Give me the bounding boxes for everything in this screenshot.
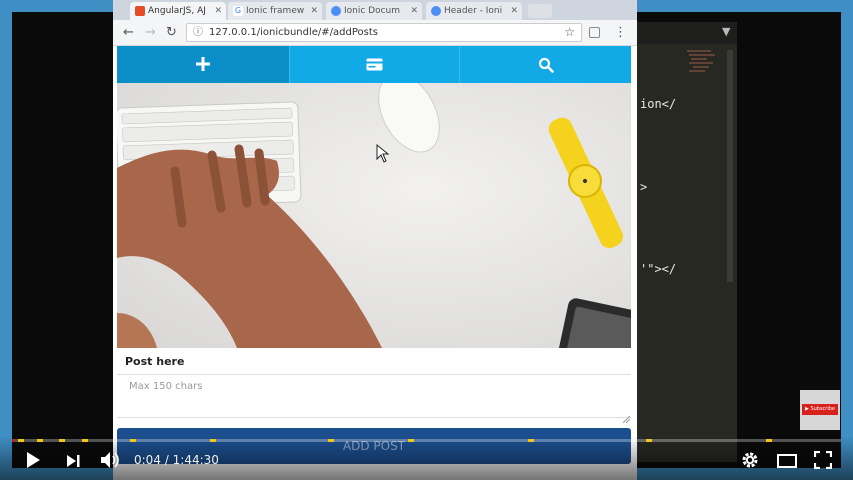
tab-label: Ionic Docum	[344, 6, 401, 16]
star-icon[interactable]: ☆	[564, 24, 575, 41]
close-icon[interactable]: ✕	[510, 2, 518, 20]
fullscreen-icon[interactable]	[813, 450, 833, 473]
tab-label: Ionic framew	[246, 6, 305, 16]
browser-tab[interactable]: Header - Ioni ✕	[426, 2, 522, 20]
ad-marker	[528, 439, 534, 442]
resize-handle-icon[interactable]	[622, 408, 631, 424]
code-line: ion</	[640, 97, 677, 111]
post-placeholder: Max 150 chars	[129, 381, 203, 392]
progress-played	[12, 439, 14, 442]
plus-icon[interactable]	[193, 54, 213, 74]
subscribe-badge[interactable]: ▶ Subscribe	[802, 404, 838, 415]
time-current: 0:04	[134, 453, 161, 467]
ad-marker	[59, 439, 65, 442]
forward-arrow-icon[interactable]: →	[145, 20, 156, 45]
ad-marker	[130, 439, 136, 442]
tab-label: AngularJS, AJ	[148, 6, 206, 16]
settings-gear-icon[interactable]	[741, 451, 759, 473]
address-bar[interactable]: ⓘ 127.0.0.1/ionicbundle/#/addPosts ☆	[186, 23, 582, 42]
next-button[interactable]	[66, 453, 82, 472]
play-icon: ▶	[804, 406, 809, 412]
ad-marker	[210, 439, 216, 442]
nav-tab-search[interactable]	[460, 46, 631, 83]
ad-marker	[328, 439, 334, 442]
post-label: Post here	[125, 355, 185, 368]
hero-image	[117, 83, 631, 348]
progress-bar[interactable]	[12, 439, 841, 442]
editor-scrollbar[interactable]	[727, 50, 733, 282]
info-icon[interactable]: ⓘ	[193, 24, 203, 41]
chevron-down-icon[interactable]: ▼	[722, 25, 730, 38]
close-icon[interactable]: ✕	[410, 2, 418, 20]
subscribe-label: Subscribe	[810, 406, 836, 412]
post-textarea[interactable]: Max 150 chars	[117, 374, 631, 418]
back-arrow-icon[interactable]: ←	[123, 20, 134, 45]
menu-icon[interactable]: ⋮	[614, 20, 627, 45]
time-total: 1:44:30	[172, 453, 219, 467]
ad-marker	[408, 439, 414, 442]
google-icon: G	[233, 6, 243, 16]
browser-tab[interactable]: AngularJS, AJ ✕	[130, 2, 226, 20]
card-icon	[366, 58, 383, 71]
desk-photo	[117, 83, 631, 348]
favicon-icon	[135, 6, 145, 16]
volume-icon[interactable]	[100, 451, 122, 473]
nav-tab-posts[interactable]	[290, 46, 459, 83]
editor-minimap	[685, 48, 721, 78]
close-icon[interactable]: ✕	[214, 2, 222, 20]
theater-mode-icon[interactable]	[777, 453, 797, 472]
favicon-icon	[431, 6, 441, 16]
ad-marker	[646, 439, 652, 442]
browser-tab[interactable]: G Ionic framew ✕	[228, 2, 322, 20]
extension-icon[interactable]	[589, 27, 600, 38]
ad-marker	[766, 439, 772, 442]
code-line: >	[640, 180, 648, 194]
reload-icon[interactable]: ↻	[166, 20, 177, 45]
close-icon[interactable]: ✕	[310, 2, 318, 20]
new-tab-button[interactable]	[528, 4, 552, 18]
play-button[interactable]	[25, 451, 41, 473]
tab-label: Header - Ioni	[444, 6, 503, 16]
url-text: 127.0.0.1/ionicbundle/#/addPosts	[209, 27, 378, 38]
player-controls	[0, 436, 853, 480]
ad-marker	[37, 439, 43, 442]
time-separator: /	[164, 453, 169, 467]
search-icon	[538, 57, 554, 73]
ad-marker	[18, 439, 24, 442]
code-line: '"></	[640, 262, 677, 276]
browser-tab[interactable]: Ionic Docum ✕	[326, 2, 422, 20]
time-display: 0:04 / 1:44:30	[134, 453, 219, 467]
code-editor	[637, 22, 737, 462]
ad-marker	[82, 439, 88, 442]
favicon-icon	[331, 6, 341, 16]
